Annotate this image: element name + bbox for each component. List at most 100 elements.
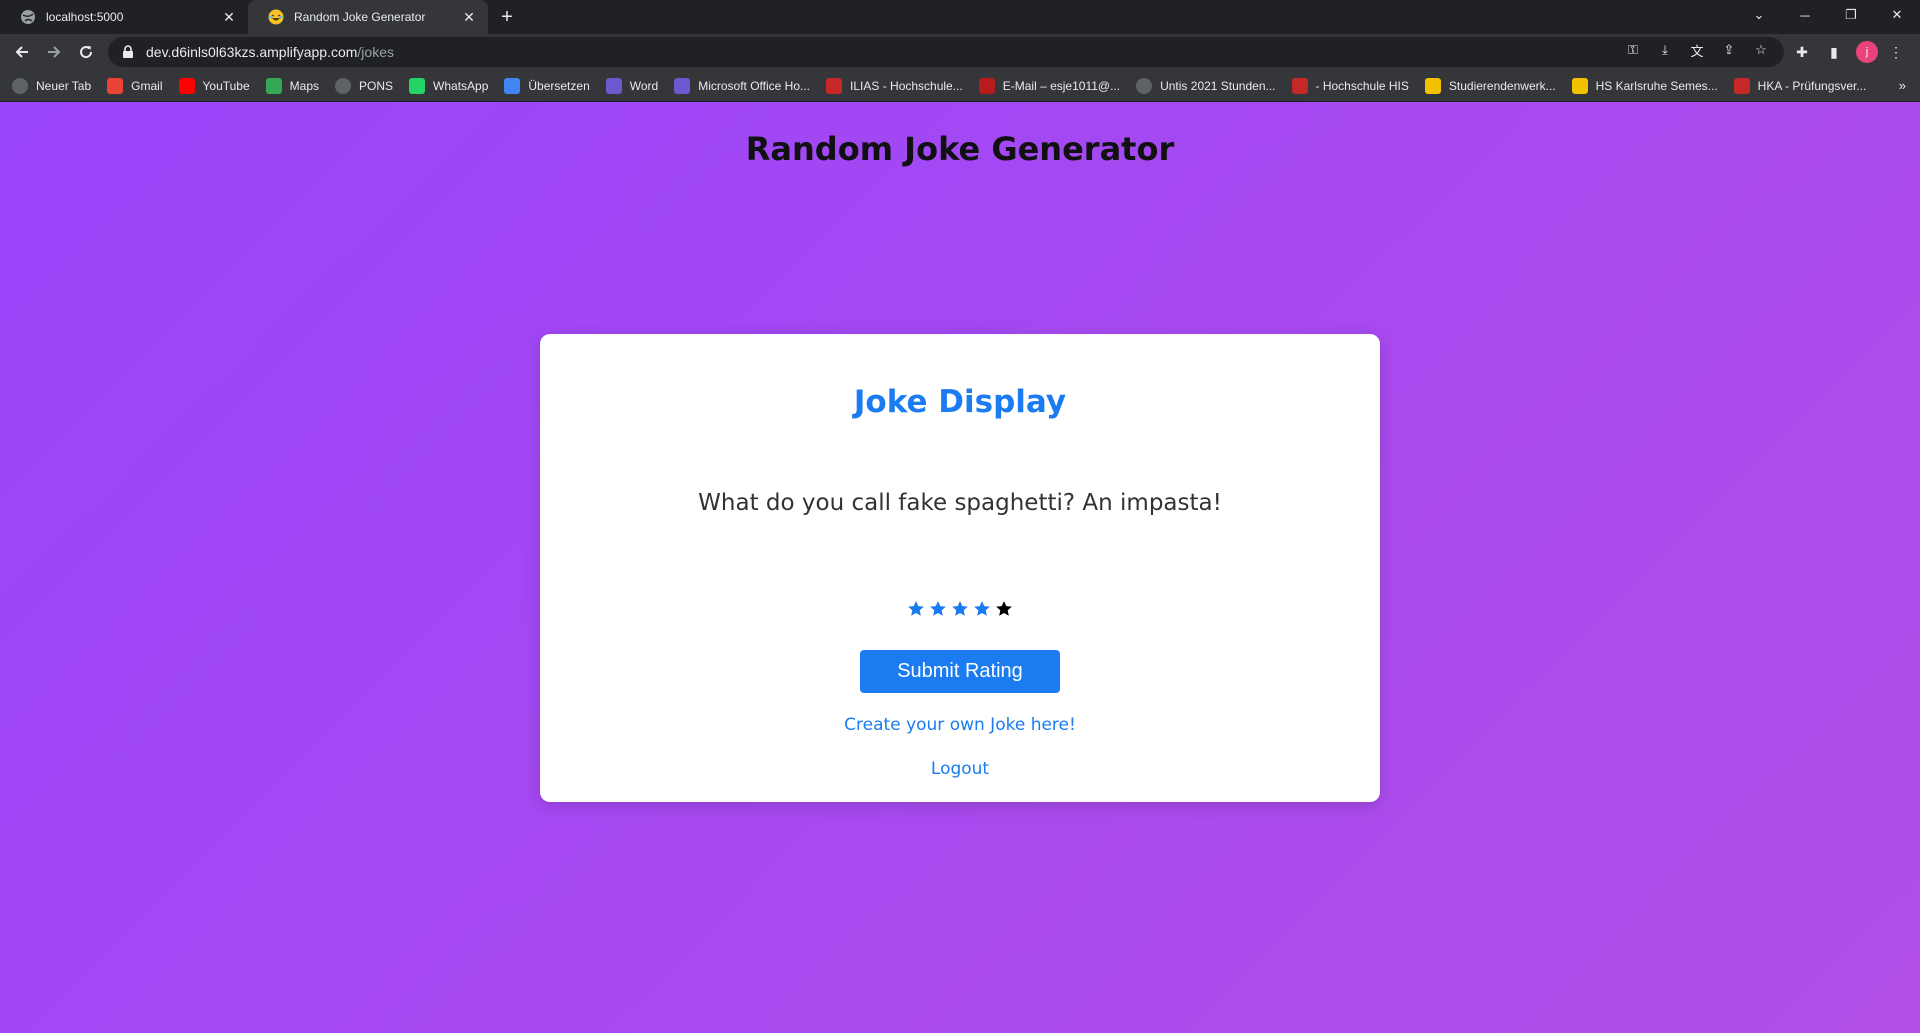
laughing-emoji-icon bbox=[268, 9, 284, 25]
forward-button[interactable] bbox=[40, 38, 68, 66]
office-icon bbox=[605, 77, 622, 94]
create-joke-link[interactable]: Create your own Joke here! bbox=[844, 715, 1076, 735]
bookmark-label: Studierendenwerk... bbox=[1448, 78, 1556, 93]
tab-search-icon[interactable]: ⌄ bbox=[1736, 0, 1782, 30]
logout-link-row: Logout bbox=[540, 759, 1380, 779]
star-empty-icon[interactable] bbox=[995, 600, 1013, 618]
tab-title: Random Joke Generator bbox=[294, 10, 426, 24]
bookmark-item[interactable]: Maps bbox=[265, 77, 319, 94]
profile-avatar[interactable]: j bbox=[1856, 41, 1878, 63]
office-icon bbox=[674, 77, 691, 94]
globe-icon bbox=[21, 10, 35, 24]
bookmark-item[interactable]: Untis 2021 Stunden... bbox=[1136, 77, 1276, 94]
hka-icon bbox=[826, 77, 843, 94]
share-icon[interactable]: ⇪ bbox=[1720, 41, 1738, 59]
bookmark-label: WhatsApp bbox=[433, 78, 489, 93]
tab-strip: localhost:5000 ✕ Random Joke Generator ✕… bbox=[0, 0, 1920, 34]
more-bookmarks-icon[interactable]: » bbox=[1899, 78, 1906, 93]
globe-icon bbox=[335, 77, 351, 94]
bookmark-item[interactable]: ILIAS - Hochschule... bbox=[826, 77, 963, 94]
mail-icon bbox=[978, 77, 995, 94]
bookmarks-bar: Neuer Tab Gmail YouTube Maps PONS WhatsApp Übe… bbox=[0, 70, 1920, 102]
new-tab-button[interactable]: + bbox=[494, 5, 520, 29]
url-path: /jokes bbox=[357, 44, 394, 60]
bookmark-label: Microsoft Office Ho... bbox=[698, 78, 811, 93]
bookmark-item[interactable]: Word bbox=[605, 77, 659, 94]
bookmark-item[interactable]: Übersetzen bbox=[504, 77, 590, 94]
url-host: dev.d6inls0l63kzs.amplifyapp.com bbox=[146, 44, 358, 60]
bookmark-label: Gmail bbox=[131, 78, 163, 93]
maps-icon bbox=[265, 77, 282, 94]
bookmark-label: Untis 2021 Stunden... bbox=[1160, 78, 1276, 93]
back-button[interactable] bbox=[8, 38, 36, 66]
page-title: Random Joke Generator bbox=[745, 130, 1175, 168]
bookmark-label: YouTube bbox=[202, 78, 250, 93]
studierendenwerk-icon bbox=[1424, 77, 1441, 94]
bookmark-item[interactable]: PONS bbox=[335, 77, 394, 94]
submit-rating-button[interactable]: Submit Rating bbox=[860, 650, 1060, 693]
bookmark-item[interactable]: WhatsApp bbox=[409, 77, 489, 94]
bookmark-item[interactable]: YouTube bbox=[178, 77, 250, 94]
bookmark-label: PONS bbox=[359, 78, 394, 93]
reload-icon bbox=[80, 46, 93, 59]
close-tab-icon[interactable]: ✕ bbox=[218, 6, 240, 28]
tab-random-joke-generator[interactable]: Random Joke Generator ✕ bbox=[248, 0, 488, 34]
joke-card: Joke Display What do you call fake spagh… bbox=[540, 334, 1380, 802]
address-bar[interactable]: dev.d6inls0l63kzs.amplifyapp.com/jokes bbox=[108, 37, 1784, 67]
page-content: Random Joke Generator Joke Display What … bbox=[0, 102, 1920, 1033]
close-window-icon[interactable]: ✕ bbox=[1874, 0, 1920, 30]
close-tab-icon[interactable]: ✕ bbox=[458, 6, 480, 28]
bookmark-item[interactable]: E-Mail – esje1011@... bbox=[978, 77, 1121, 94]
tab-title: localhost:5000 bbox=[46, 10, 124, 24]
tab-localhost[interactable]: localhost:5000 ✕ bbox=[0, 0, 248, 34]
bookmark-label: Maps bbox=[289, 78, 319, 93]
browser-toolbar: dev.d6inls0l63kzs.amplifyapp.com/jokes ⚿… bbox=[0, 34, 1920, 70]
bookmark-label: HKA - Prüfungsver... bbox=[1757, 78, 1867, 93]
translate-icon bbox=[504, 77, 521, 94]
bookmark-label: ILIAS - Hochschule... bbox=[850, 78, 963, 93]
star-filled-icon[interactable] bbox=[929, 600, 947, 618]
star-rating bbox=[540, 600, 1380, 618]
hka-icon bbox=[1291, 77, 1308, 94]
reload-button[interactable] bbox=[72, 38, 100, 66]
star-filled-icon[interactable] bbox=[973, 600, 991, 618]
install-icon[interactable]: ⤓ bbox=[1656, 41, 1674, 59]
bookmark-item[interactable]: HS Karlsruhe Semes... bbox=[1571, 77, 1718, 94]
bookmark-label: - Hochschule HIS bbox=[1315, 78, 1409, 93]
translate-icon[interactable]: 文 bbox=[1688, 41, 1706, 59]
bookmark-item[interactable]: HKA - Prüfungsver... bbox=[1733, 77, 1867, 94]
joke-display-heading: Joke Display bbox=[853, 384, 1067, 420]
forward-arrow-icon bbox=[48, 46, 61, 58]
star-filled-icon[interactable] bbox=[907, 600, 925, 618]
bookmark-item[interactable]: Gmail bbox=[107, 77, 163, 94]
hka-icon bbox=[1733, 77, 1750, 94]
minimize-icon[interactable]: ─ bbox=[1782, 0, 1828, 30]
bookmark-label: Neuer Tab bbox=[36, 78, 92, 93]
bookmark-item[interactable]: - Hochschule HIS bbox=[1291, 77, 1409, 94]
extensions-icon[interactable]: ✚ bbox=[1792, 42, 1812, 62]
restore-icon[interactable]: ❐ bbox=[1828, 0, 1874, 30]
menu-kebab-icon[interactable]: ⋮ bbox=[1886, 42, 1906, 62]
bookmark-label: E-Mail – esje1011@... bbox=[1002, 78, 1121, 93]
hs-icon bbox=[1571, 77, 1588, 94]
bookmark-item[interactable]: Studierendenwerk... bbox=[1424, 77, 1556, 94]
bookmark-label: Word bbox=[629, 78, 659, 93]
url-text: dev.d6inls0l63kzs.amplifyapp.com/jokes bbox=[146, 44, 394, 60]
bookmark-star-icon[interactable]: ☆ bbox=[1752, 41, 1770, 59]
back-arrow-icon bbox=[15, 46, 28, 58]
star-filled-icon[interactable] bbox=[951, 600, 969, 618]
globe-icon bbox=[12, 77, 28, 94]
gmail-icon bbox=[107, 77, 124, 94]
logout-link[interactable]: Logout bbox=[931, 759, 989, 779]
bookmark-label: Übersetzen bbox=[528, 78, 590, 93]
bookmark-item[interactable]: Microsoft Office Ho... bbox=[674, 77, 811, 94]
youtube-icon bbox=[178, 77, 195, 94]
create-joke-link-row: Create your own Joke here! bbox=[540, 715, 1380, 735]
whatsapp-icon bbox=[409, 77, 426, 94]
bookmark-item[interactable]: Neuer Tab bbox=[12, 77, 92, 94]
side-panel-icon[interactable]: ▮ bbox=[1824, 42, 1844, 62]
joke-text: What do you call fake spaghetti? An impa… bbox=[698, 490, 1222, 516]
globe-icon bbox=[1136, 77, 1153, 94]
lock-icon bbox=[123, 45, 133, 58]
key-icon[interactable]: ⚿ bbox=[1624, 41, 1642, 59]
